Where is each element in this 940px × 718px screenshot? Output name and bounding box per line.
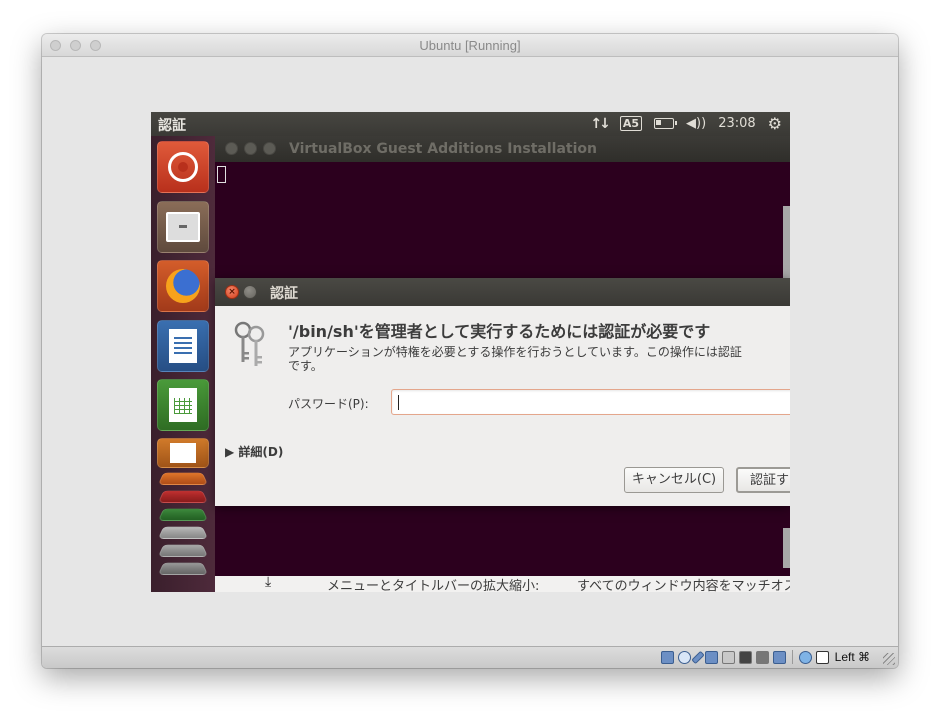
firefox-icon xyxy=(166,269,200,303)
shared-folder-icon[interactable] xyxy=(721,650,735,664)
cancel-button[interactable]: キャンセル(C) xyxy=(624,467,724,493)
download-icon[interactable]: ⤓ xyxy=(265,576,271,590)
settings-label: メニューとタイトルバーの拡大縮小: xyxy=(327,579,540,592)
text-caret xyxy=(398,395,399,410)
panel-app-title: 認証 xyxy=(158,118,186,134)
launcher-stacked-item[interactable] xyxy=(157,526,209,540)
launcher-amazon-button[interactable] xyxy=(157,490,209,504)
window-title: Ubuntu [Running] xyxy=(419,38,521,53)
ubuntu-logo-icon xyxy=(168,152,198,182)
launcher-writer-button[interactable] xyxy=(157,320,209,372)
terminal-minimize-button[interactable] xyxy=(244,142,257,155)
auth-message: アプリケーションが特権を必要とする操作を行おうとしています。この操作には認証 で… xyxy=(288,345,742,373)
auth-message-line: アプリケーションが特権を必要とする操作を行おうとしています。この操作には認証 xyxy=(288,345,742,359)
calc-spreadsheet-icon xyxy=(169,388,197,422)
auth-dialog-title: 認証 xyxy=(270,286,298,302)
resize-grip-icon[interactable] xyxy=(883,653,895,665)
background-scrollbar[interactable] xyxy=(783,528,790,568)
launcher-files-button[interactable] xyxy=(157,201,209,253)
auth-heading: '/bin/sh'を管理者として実行するためには認証が必要です xyxy=(288,322,711,341)
network-icon[interactable] xyxy=(704,650,718,664)
hard-disk-icon[interactable] xyxy=(660,650,674,664)
password-field[interactable] xyxy=(391,389,790,415)
terminal-close-button[interactable] xyxy=(225,142,238,155)
launcher-disc-button[interactable] xyxy=(157,562,209,576)
file-cabinet-icon xyxy=(166,212,200,242)
top-panel: 認証 ↑↓ A5 ◀)) 23:08 ⚙ xyxy=(151,112,790,136)
password-label: パスワード(P): xyxy=(288,397,369,411)
impress-slide-icon xyxy=(170,443,196,463)
usb-icon[interactable] xyxy=(690,650,705,664)
terminal-cursor xyxy=(217,166,226,183)
window-titlebar[interactable]: Ubuntu [Running] xyxy=(42,34,898,57)
launcher-software-center-button[interactable] xyxy=(157,472,209,486)
terminal-title: VirtualBox Guest Additions Installation xyxy=(289,141,597,157)
background-scrollbar[interactable] xyxy=(783,206,790,278)
ubuntu-screen: 認証 ↑↓ A5 ◀)) 23:08 ⚙ VirtualBox Guest Ad… xyxy=(151,112,790,592)
launcher xyxy=(151,136,216,592)
display-icon[interactable] xyxy=(738,650,752,664)
launcher-stacked-item[interactable] xyxy=(157,544,209,558)
authenticate-button[interactable]: 認証す xyxy=(736,467,790,493)
launcher-calc-button[interactable] xyxy=(157,379,209,431)
video-capture-icon[interactable] xyxy=(755,650,769,664)
background-settings-window: ⤓ メニューとタイトルバーの拡大縮小: すべてのウィンドウ内容をマッチオス xyxy=(215,576,790,592)
status-separator xyxy=(791,650,793,664)
keys-icon xyxy=(234,321,265,366)
mouse-integration-icon[interactable] xyxy=(772,650,786,664)
writer-document-icon xyxy=(169,329,197,363)
session-gear-icon[interactable]: ⚙ xyxy=(768,114,782,133)
details-expander[interactable]: ▶ 詳細(D) xyxy=(225,443,283,460)
host-key-label: Left ⌘ xyxy=(834,650,870,664)
close-icon[interactable]: × xyxy=(225,285,239,299)
launcher-impress-button[interactable] xyxy=(157,438,209,468)
launcher-dash-button[interactable] xyxy=(157,141,209,193)
vm-status-bar: Left ⌘ xyxy=(42,646,898,668)
volume-icon[interactable]: ◀)) xyxy=(686,116,706,131)
battery-icon[interactable] xyxy=(654,118,678,129)
network-transfer-icon[interactable]: ↑↓ xyxy=(590,116,611,132)
host-key-arrow-icon xyxy=(815,650,829,664)
auth-dialog-titlebar[interactable]: × 認証 xyxy=(215,278,790,306)
settings-label: すべてのウィンドウ内容をマッチオス xyxy=(577,579,790,592)
minimize-icon[interactable] xyxy=(243,285,257,299)
terminal-titlebar[interactable]: VirtualBox Guest Additions Installation xyxy=(215,136,790,162)
launcher-firefox-button[interactable] xyxy=(157,260,209,312)
keyboard-input-icon[interactable]: A5 xyxy=(619,116,643,131)
clock[interactable]: 23:08 xyxy=(718,116,755,131)
optical-drive-icon[interactable] xyxy=(677,650,691,664)
terminal-maximize-button[interactable] xyxy=(263,142,276,155)
auth-dialog: × 認証 '/bin/sh'を管理者として実行するためには認証が必要です アプリ… xyxy=(215,278,790,506)
auth-message-line: です。 xyxy=(288,359,323,373)
cpu-activity-icon[interactable] xyxy=(798,650,812,664)
launcher-settings-button[interactable] xyxy=(157,508,209,522)
